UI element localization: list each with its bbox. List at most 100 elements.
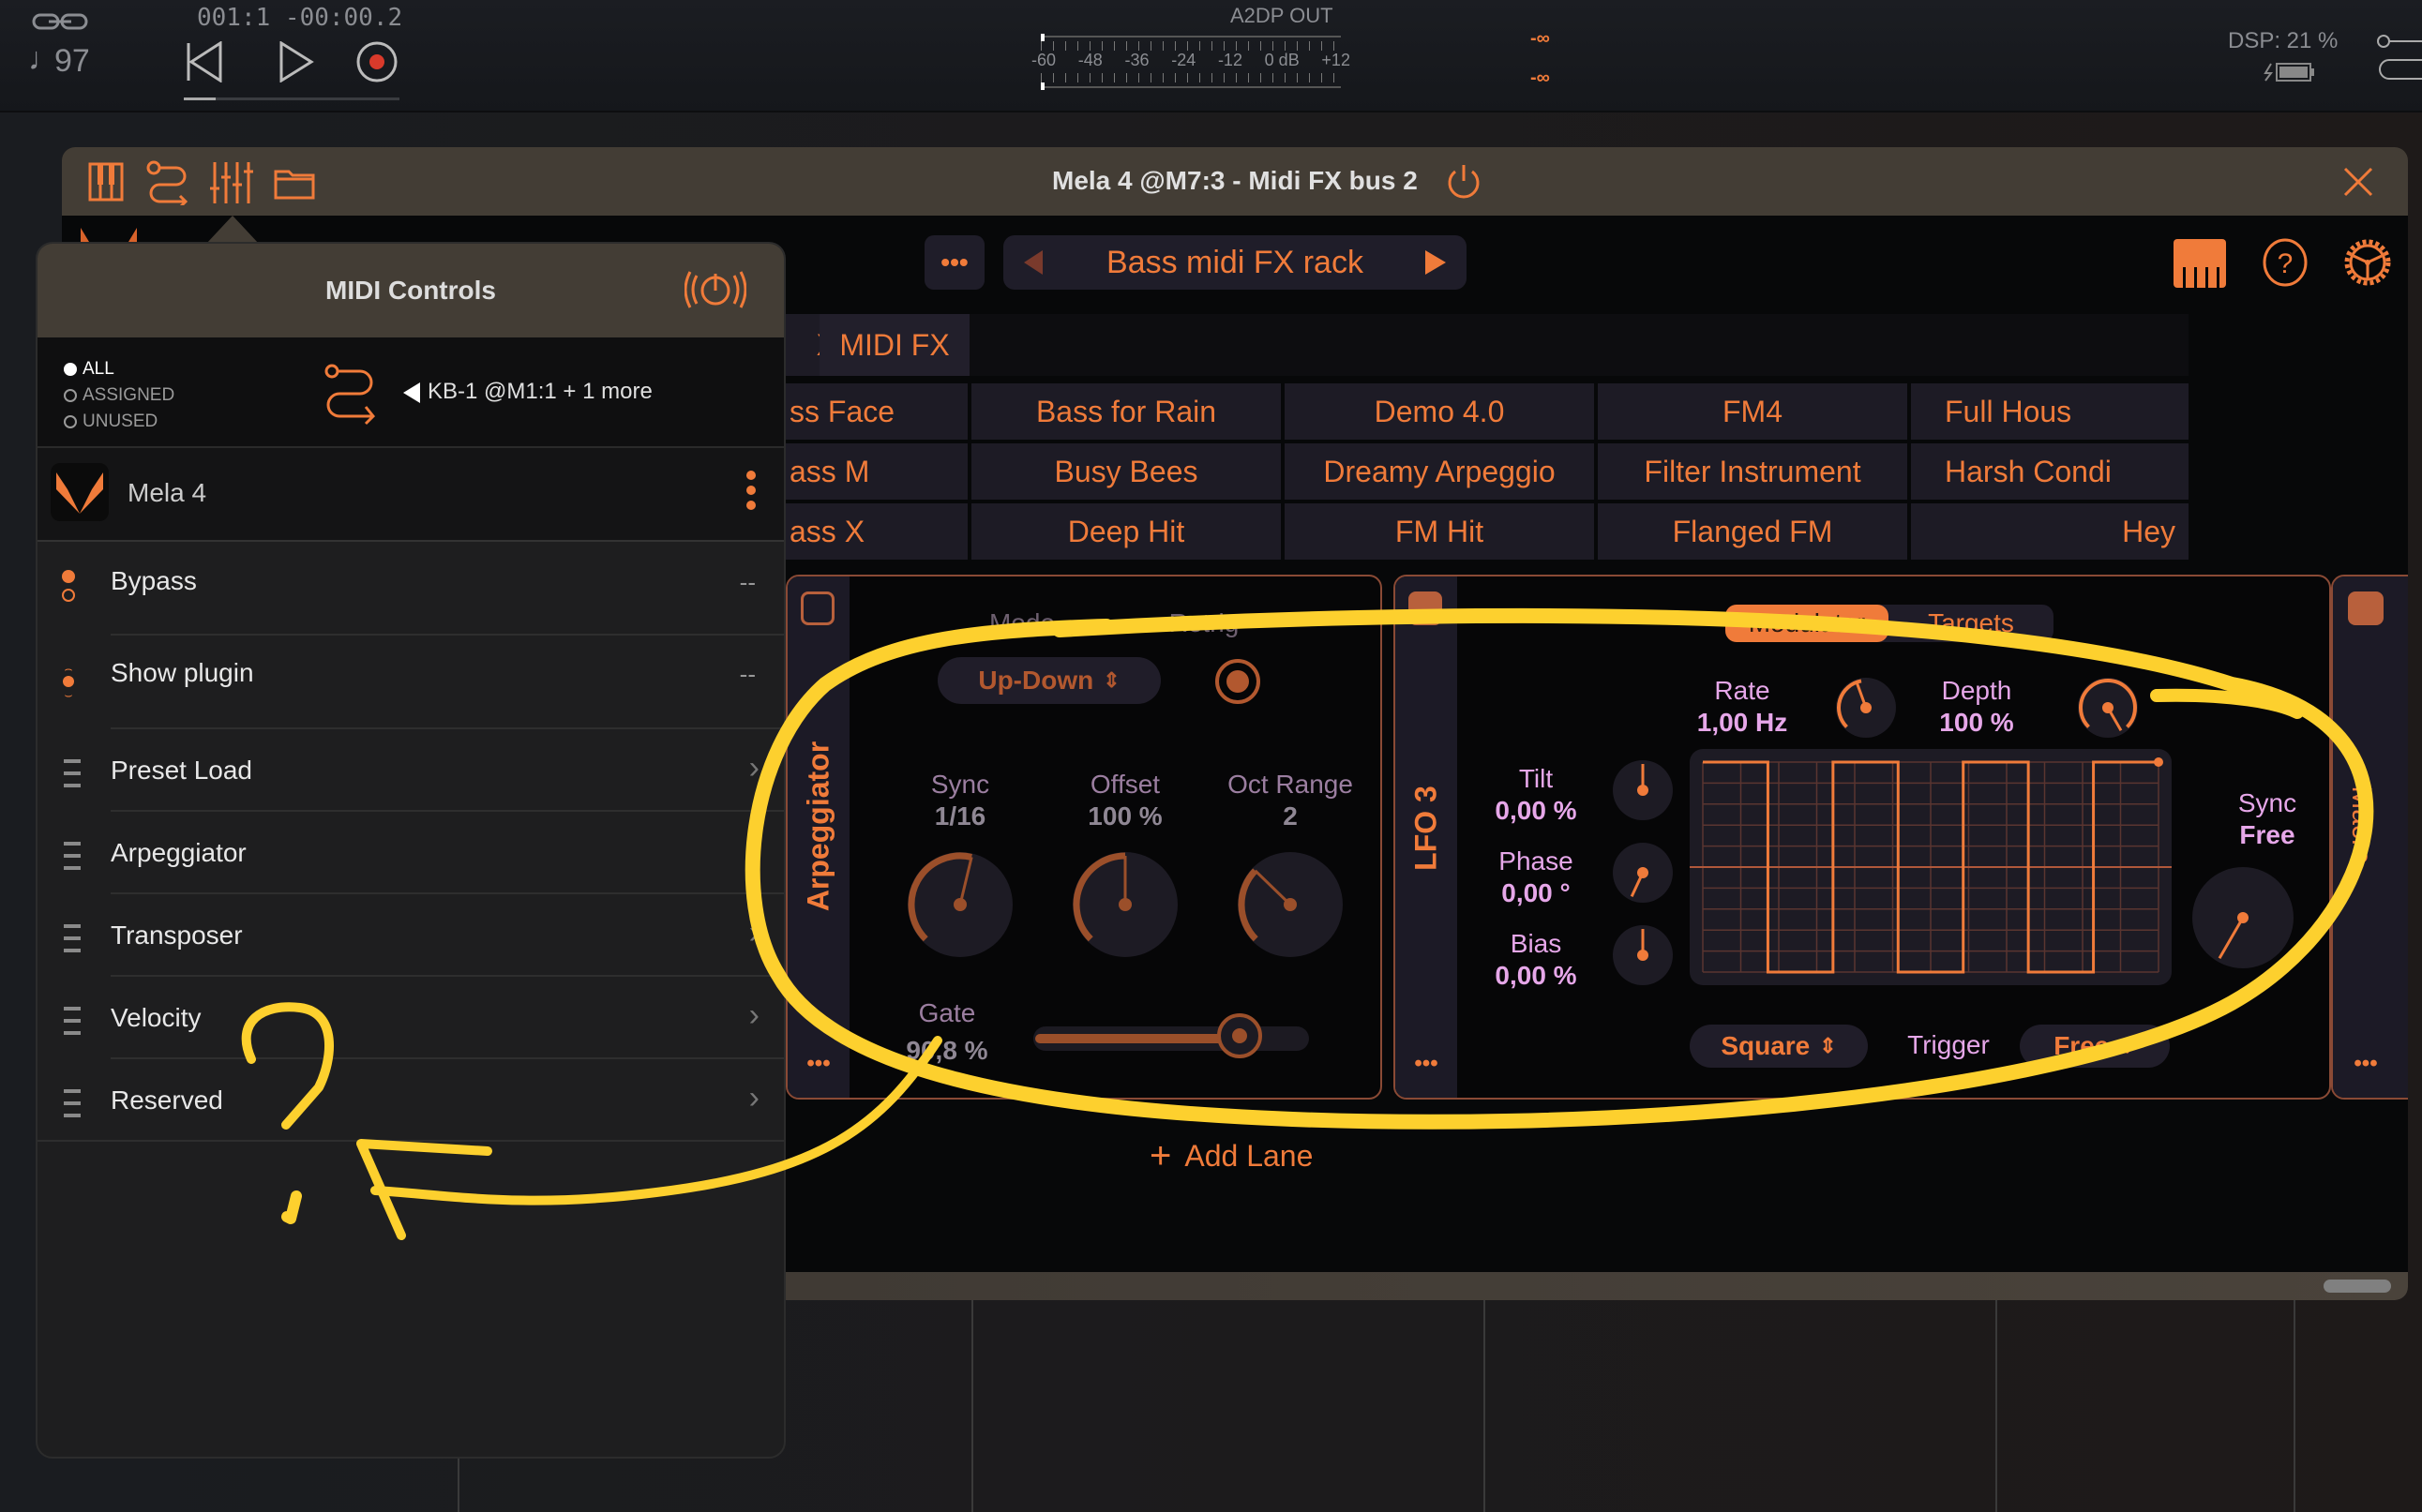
preset-item[interactable]: Flanged FM (1598, 503, 1907, 560)
macro-panel: Macro ••• (2331, 575, 2408, 1100)
list-icon (64, 759, 81, 796)
preset-item[interactable]: Full Hous (1911, 383, 2189, 440)
phase-knob[interactable] (1613, 843, 1673, 903)
preset-item[interactable]: ss Face (784, 383, 968, 440)
triangle-left-icon[interactable] (403, 382, 420, 403)
preset-item[interactable]: Harsh Condi (1911, 443, 2189, 500)
retrig-toggle[interactable] (1215, 659, 1260, 704)
knob[interactable] (1069, 848, 1181, 961)
arpeggiator-title: Arpeggiator (801, 741, 835, 912)
midi-control-row[interactable]: Bypass -- (38, 544, 784, 636)
preset-item[interactable]: Filter Instrument (1598, 443, 1907, 500)
trigger-select[interactable]: Free ⇕ (2020, 1025, 2170, 1068)
link-icon[interactable] (32, 11, 88, 32)
vertical-more-icon[interactable] (746, 471, 756, 510)
dsp-load: DSP: 21 % (2228, 28, 2339, 53)
midi-control-label: Reserved (111, 1085, 223, 1115)
trigger-value: Free (2053, 1031, 2110, 1060)
close-icon[interactable] (2342, 166, 2374, 198)
tempo[interactable]: 97 (54, 43, 90, 80)
skip-back-icon[interactable] (186, 41, 223, 82)
knob-center (1284, 898, 1297, 911)
depth-knob[interactable] (2078, 678, 2138, 738)
trigger-label: Trigger (1907, 1030, 1990, 1059)
midi-control-label: Show plugin (111, 658, 254, 687)
arpeggiator-enable-checkbox[interactable] (801, 591, 835, 625)
macro-more-button[interactable]: ••• (2333, 1051, 2399, 1077)
preset-item[interactable]: Deep Hit (971, 503, 1281, 560)
preset-item[interactable]: Busy Bees (971, 443, 1281, 500)
midi-routing-icon[interactable] (146, 160, 189, 205)
midi-control-label: Bypass (111, 566, 197, 595)
resize-handle[interactable] (2324, 1280, 2391, 1293)
playhead-dot (2154, 757, 2163, 767)
tilt-knob[interactable] (1613, 760, 1673, 820)
midi-source[interactable]: KB-1 @M1:1 + 1 more (428, 379, 653, 405)
power-icon[interactable] (1444, 162, 1483, 202)
midi-learn-icon[interactable] (684, 268, 746, 311)
preset-item[interactable]: Hey (1911, 503, 2189, 560)
settings-gear-icon[interactable] (2340, 235, 2395, 290)
plugin-menu-button[interactable]: ••• (925, 235, 985, 290)
rate-knob[interactable] (1836, 678, 1896, 738)
piano-keys-icon[interactable] (88, 162, 124, 202)
routing-menu-icon[interactable] (2376, 32, 2422, 88)
transport-progress (184, 97, 399, 100)
preset-item[interactable]: FM4 (1598, 383, 1907, 440)
add-lane-button[interactable]: + Add Lane (1150, 1135, 1313, 1177)
midi-control-label: Arpeggiator (111, 838, 247, 867)
midi-control-label: Transposer (111, 921, 243, 950)
waveform-select[interactable]: Square ⇕ (1690, 1025, 1868, 1068)
triangle-right-icon[interactable] (1425, 250, 1446, 275)
arpeggiator-strip: Arpeggiator ••• (788, 576, 850, 1098)
knob-center (1119, 898, 1132, 911)
midi-control-row[interactable]: Velocity › (38, 977, 784, 1059)
gate-slider[interactable] (1033, 1013, 1309, 1058)
lfo-panel: LFO 3 ••• Modulator Targets Rate 1,00 Hz… (1393, 575, 2331, 1100)
sync-knob[interactable] (2192, 867, 2294, 968)
retrig-label: Retrig (1168, 608, 1240, 637)
midi-control-row[interactable]: Preset Load › (38, 729, 784, 812)
filter-option[interactable]: ASSIGNED (64, 382, 174, 409)
mixer-icon[interactable] (210, 160, 253, 205)
filter-option[interactable]: ALL (64, 356, 174, 382)
category-tab-midi-fx[interactable]: MIDI FX (820, 314, 970, 376)
folder-icon[interactable] (274, 166, 315, 200)
play-icon[interactable] (278, 41, 315, 82)
plugin-row[interactable]: Mela 4 (38, 448, 784, 542)
meter-scale-label: +12 (1321, 51, 1350, 69)
knob[interactable] (1234, 848, 1346, 961)
updown-chevron-icon: ⇕ (2118, 1034, 2136, 1057)
transport-bar: ♩ 97 001:1 -00:00.2 A2DP OUT -60 -48 -36… (0, 0, 2422, 112)
macro-enable-checkbox[interactable] (2348, 591, 2384, 625)
plugin-name: Mela 4 (128, 478, 207, 507)
gate-slider-thumb[interactable] (1216, 1013, 1262, 1058)
keyboard-icon[interactable] (2174, 239, 2226, 288)
midi-control-row[interactable]: Arpeggiator › (38, 812, 784, 894)
bias-knob[interactable] (1613, 925, 1673, 985)
preset-item[interactable]: FM Hit (1285, 503, 1594, 560)
preset-item[interactable]: ass M (784, 443, 968, 500)
preset-item[interactable]: Demo 4.0 (1285, 383, 1594, 440)
waveform-display (1690, 749, 2172, 985)
meter-scale-label: -12 (1217, 51, 1242, 69)
help-icon[interactable]: ? (2262, 237, 2309, 288)
window-title-bar: Mela 4 @M7:3 - Midi FX bus 2 (62, 147, 2408, 216)
arpeggiator-more-button[interactable]: ••• (788, 1051, 850, 1077)
midi-control-row[interactable]: Reserved › (38, 1059, 784, 1142)
midi-filter-options: ALL ASSIGNED UNUSED (64, 356, 174, 435)
preset-item[interactable]: Dreamy Arpeggio (1285, 443, 1594, 500)
filter-label: ASSIGNED (83, 385, 175, 405)
preset-selector[interactable]: Bass midi FX rack (1003, 235, 1467, 290)
filter-label: ALL (83, 359, 114, 379)
filter-option[interactable]: UNUSED (64, 409, 174, 435)
mode-select[interactable]: Up-Down ⇕ (938, 657, 1161, 704)
knob[interactable] (904, 848, 1016, 961)
preset-item[interactable]: ass X (784, 503, 968, 560)
midi-control-row[interactable]: ⌢ ⌣ Show plugin -- (38, 636, 784, 729)
midi-control-row[interactable]: Transposer › (38, 894, 784, 977)
category-bar (970, 314, 2189, 376)
record-icon[interactable] (356, 41, 398, 82)
preset-item[interactable]: Bass for Rain (971, 383, 1281, 440)
arpeggiator-panel: Arpeggiator ••• Mode Retrig Up-Down ⇕ Syn… (786, 575, 1382, 1100)
